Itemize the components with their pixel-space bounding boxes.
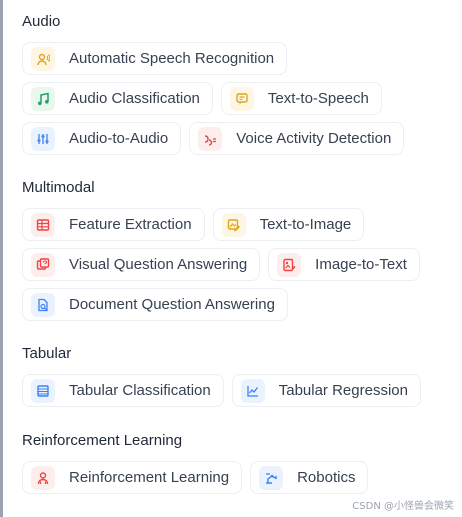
- line-chart-icon: [240, 378, 265, 403]
- robot-user-icon: [31, 465, 55, 490]
- task-voice-activity-detection[interactable]: Voice Activity Detection: [189, 122, 405, 155]
- music-note-icon: [31, 86, 55, 111]
- task-row: Visual Question Answering Image-to-Text: [22, 248, 452, 281]
- task-row: Feature Extraction Text-to-Image: [22, 208, 452, 241]
- task-robotics[interactable]: Robotics: [250, 461, 369, 494]
- section-multimodal: Multimodal Feature Extraction Text-to-Im…: [22, 178, 452, 328]
- task-row: Automatic Speech Recognition: [22, 42, 452, 75]
- image-text-icon: [277, 252, 302, 277]
- table-grid-icon: [31, 212, 55, 237]
- task-text-to-image[interactable]: Text-to-Image: [212, 208, 365, 241]
- task-row: Reinforcement Learning Robotics: [22, 461, 452, 494]
- section-tabular: Tabular Tabular Classification Tabular R…: [22, 344, 452, 414]
- section-title: Multimodal: [22, 179, 95, 196]
- task-audio-classification[interactable]: Audio Classification: [22, 82, 213, 115]
- task-label: Document Question Answering: [69, 295, 275, 313]
- task-label: Audio-to-Audio: [69, 129, 169, 147]
- table-list-icon: [31, 378, 55, 403]
- document-search-icon: [31, 292, 55, 317]
- task-row: Tabular Classification Tabular Regressio…: [22, 374, 452, 407]
- task-reinforcement-learning[interactable]: Reinforcement Learning: [22, 461, 243, 494]
- task-label: Text-to-Image: [259, 215, 352, 233]
- task-label: Voice Activity Detection: [236, 129, 392, 147]
- task-tabular-classification[interactable]: Tabular Classification: [22, 374, 224, 407]
- task-automatic-speech-recognition[interactable]: Automatic Speech Recognition: [22, 42, 288, 75]
- speech-bubble-icon: [229, 86, 254, 111]
- section-reinforcement-learning: Reinforcement Learning Reinforcement Lea…: [22, 431, 452, 501]
- task-feature-extraction[interactable]: Feature Extraction: [22, 208, 205, 241]
- section-title: Reinforcement Learning: [22, 432, 183, 449]
- task-label: Reinforcement Learning: [69, 468, 230, 486]
- task-audio-to-audio[interactable]: Audio-to-Audio: [22, 122, 182, 155]
- task-label: Automatic Speech Recognition: [69, 49, 275, 67]
- task-label: Visual Question Answering: [69, 255, 248, 273]
- left-border: [0, 0, 3, 517]
- sliders-icon: [31, 126, 55, 151]
- task-label: Text-to-Speech: [267, 89, 369, 107]
- task-text-to-speech[interactable]: Text-to-Speech: [220, 82, 382, 115]
- task-row: Audio Classification Text-to-Speech: [22, 82, 452, 115]
- task-label: Feature Extraction: [69, 215, 192, 233]
- task-row: Audio-to-Audio Voice Activity Detection: [22, 122, 452, 155]
- section-title: Audio: [22, 13, 61, 30]
- task-label: Audio Classification: [69, 89, 200, 107]
- task-image-to-text[interactable]: Image-to-Text: [268, 248, 420, 281]
- voice-wave-icon: [198, 126, 223, 151]
- task-tabular-regression[interactable]: Tabular Regression: [231, 374, 421, 407]
- image-question-icon: [31, 252, 55, 277]
- task-visual-question-answering[interactable]: Visual Question Answering: [22, 248, 261, 281]
- image-pencil-icon: [221, 212, 246, 237]
- task-label: Robotics: [297, 468, 356, 486]
- microphone-user-icon: [31, 46, 55, 71]
- watermark: CSDN @小怪兽会微笑: [352, 501, 454, 512]
- task-label: Image-to-Text: [315, 255, 407, 273]
- section-audio: Audio Automatic Speech Recognition Audio…: [22, 12, 452, 162]
- section-title: Tabular: [22, 345, 72, 362]
- task-label: Tabular Classification: [69, 381, 211, 399]
- task-document-question-answering[interactable]: Document Question Answering: [22, 288, 288, 321]
- robot-arm-icon: [259, 465, 284, 490]
- task-label: Tabular Regression: [278, 381, 408, 399]
- task-row: Document Question Answering: [22, 288, 452, 321]
